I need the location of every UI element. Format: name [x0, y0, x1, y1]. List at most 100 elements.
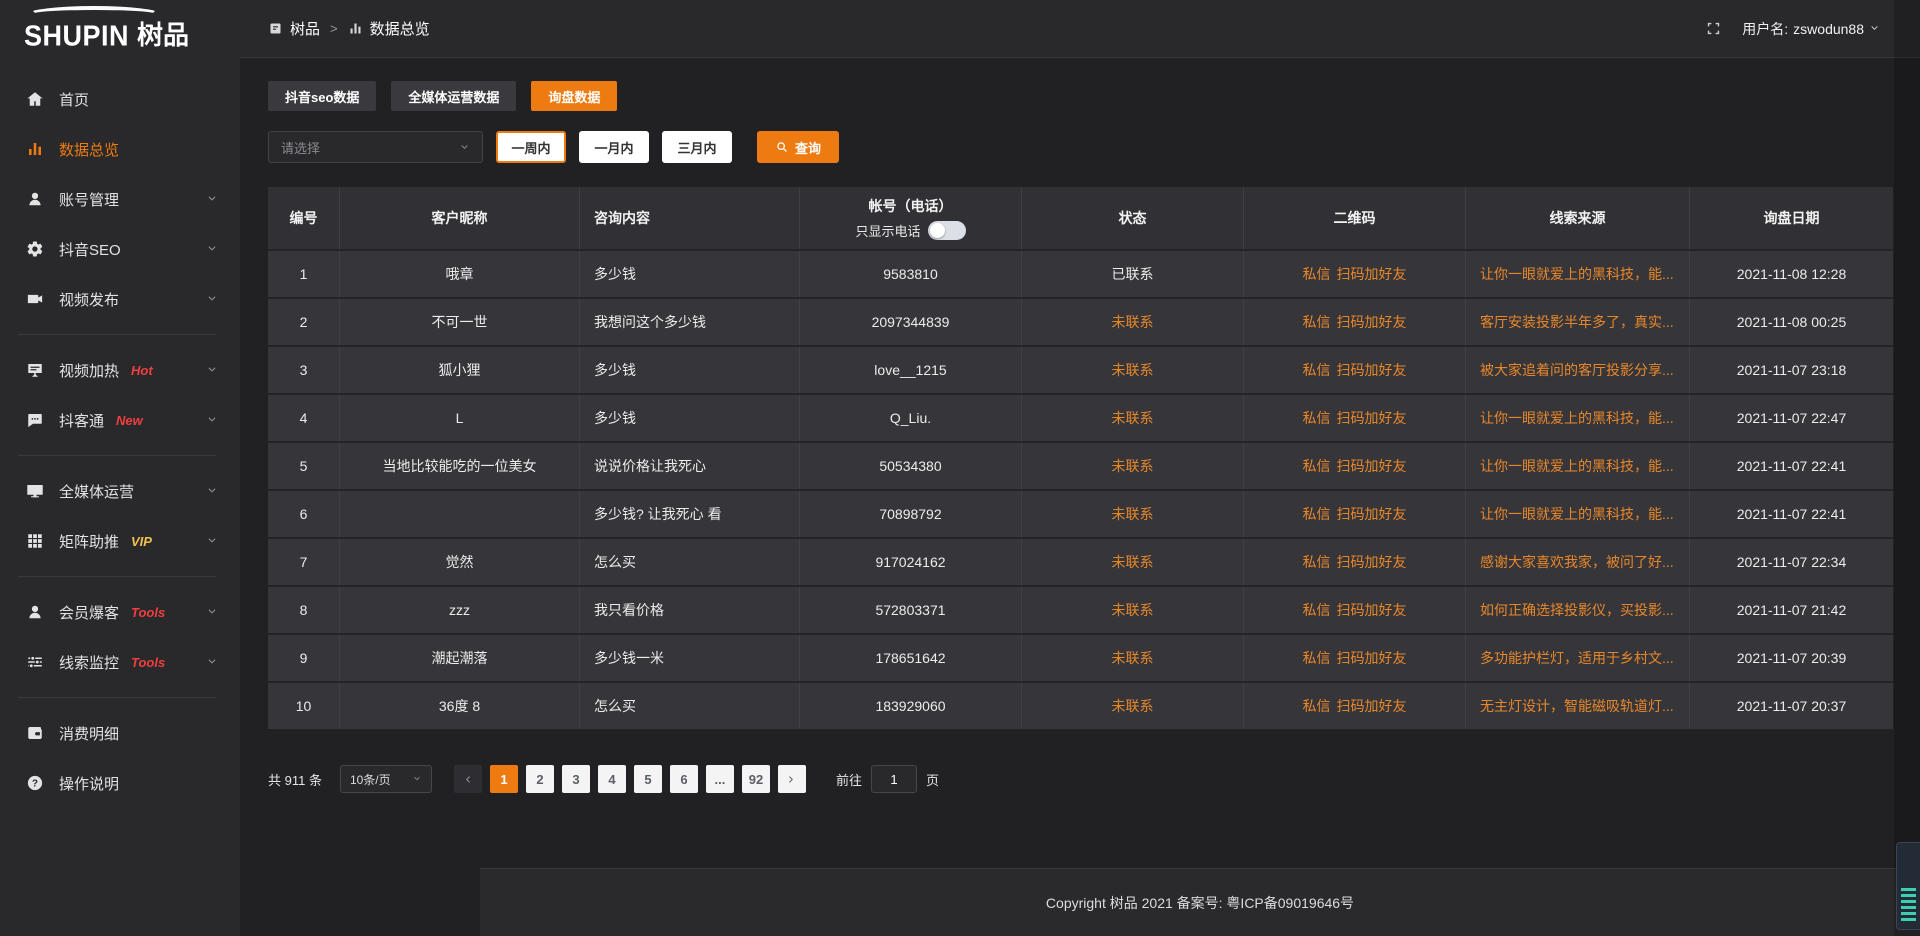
user-menu[interactable]: 用户名: zswodun88 — [1742, 19, 1880, 39]
private-message-link[interactable]: 私信 — [1303, 552, 1331, 572]
private-message-link[interactable]: 私信 — [1303, 504, 1331, 524]
content-edge-strip — [1894, 0, 1920, 936]
sidebar-item-video-publish[interactable]: 视频发布 — [0, 274, 240, 324]
scan-add-friend-link[interactable]: 扫码加好友 — [1337, 312, 1407, 332]
sliders-icon — [26, 653, 44, 671]
lead-source-link[interactable]: 无主灯设计，智能磁吸轨道灯... — [1480, 696, 1674, 716]
cell-inquiry-content: 怎么买 — [580, 539, 800, 585]
page-button-6[interactable]: 6 — [670, 765, 698, 793]
tab-douyin-seo-data[interactable]: 抖音seo数据 — [268, 81, 376, 111]
cell-account: 2097344839 — [800, 299, 1022, 345]
sidebar-item-lead-monitor[interactable]: 线索监控Tools — [0, 637, 240, 687]
page-button-2[interactable]: 2 — [526, 765, 554, 793]
sidebar-divider — [18, 455, 216, 456]
breadcrumb-item-current[interactable]: 数据总览 — [348, 18, 430, 39]
sidebar-item-video-heat[interactable]: 视频加热Hot — [0, 345, 240, 395]
fullscreen-button[interactable] — [1705, 20, 1722, 38]
page-button-1[interactable]: 1 — [490, 765, 518, 793]
scan-add-friend-link[interactable]: 扫码加好友 — [1337, 696, 1407, 716]
cell-account: 70898792 — [800, 491, 1022, 537]
phone-only-toggle-switch[interactable] — [928, 221, 966, 240]
status-badge: 未联系 — [1112, 600, 1154, 620]
breadcrumb-item-home[interactable]: 树品 — [268, 18, 320, 39]
scan-add-friend-link[interactable]: 扫码加好友 — [1337, 456, 1407, 476]
lead-source-link[interactable]: 客厅安装投影半年多了，真实... — [1480, 312, 1674, 332]
filter-select[interactable]: 请选择 — [268, 131, 483, 163]
goto-unit-label: 页 — [926, 770, 939, 789]
private-message-link[interactable]: 私信 — [1303, 648, 1331, 668]
page-button-3[interactable]: 3 — [562, 765, 590, 793]
sidebar-item-label: 会员爆客 — [59, 602, 119, 623]
page-size-select[interactable]: 10条/页 — [340, 765, 432, 793]
sidebar-item-douketong[interactable]: 抖客通New — [0, 395, 240, 445]
scan-add-friend-link[interactable]: 扫码加好友 — [1337, 600, 1407, 620]
sidebar-item-account-management[interactable]: 账号管理 — [0, 174, 240, 224]
scan-add-friend-link[interactable]: 扫码加好友 — [1337, 264, 1407, 284]
column-header: 二维码 — [1244, 187, 1466, 249]
private-message-link[interactable]: 私信 — [1303, 312, 1331, 332]
column-header-label: 编号 — [290, 208, 318, 228]
private-message-link[interactable]: 私信 — [1303, 408, 1331, 428]
cell-status: 已联系 — [1022, 251, 1244, 297]
goto-page-input[interactable] — [871, 765, 917, 793]
cell-row-number: 3 — [268, 347, 340, 393]
cell-qrcode: 私信扫码加好友 — [1244, 635, 1466, 681]
range-button-one-month[interactable]: 一月内 — [579, 131, 649, 163]
sidebar-item-home[interactable]: 首页 — [0, 74, 240, 124]
cell-account: 183929060 — [800, 683, 1022, 729]
sidebar-item-data-overview[interactable]: 数据总览 — [0, 124, 240, 174]
scan-add-friend-link[interactable]: 扫码加好友 — [1337, 360, 1407, 380]
sidebar-item-matrix-boost[interactable]: 矩阵助推VIP — [0, 516, 240, 566]
sidebar-item-omni-media[interactable]: 全媒体运营 — [0, 466, 240, 516]
lead-source-link[interactable]: 多功能护栏灯，适用于乡村文... — [1480, 648, 1674, 668]
user-icon — [26, 190, 44, 208]
scan-add-friend-link[interactable]: 扫码加好友 — [1337, 648, 1407, 668]
sidebar-item-member-baoke[interactable]: 会员爆客Tools — [0, 587, 240, 637]
page-button-92[interactable]: 92 — [742, 765, 770, 793]
cell-lead-source: 让你一眼就爱上的黑科技，能... — [1466, 395, 1690, 441]
query-button[interactable]: 查询 — [757, 131, 839, 163]
page-ellipsis-button[interactable]: ... — [706, 765, 734, 793]
page-button-4[interactable]: 4 — [598, 765, 626, 793]
table-row: 3狐小狸多少钱love__1215未联系私信扫码加好友被大家追着问的客厅投影分享… — [268, 345, 1893, 393]
sidebar-item-operation-guide[interactable]: 操作说明 — [0, 758, 240, 808]
range-button-three-months[interactable]: 三月内 — [662, 131, 732, 163]
private-message-link[interactable]: 私信 — [1303, 456, 1331, 476]
column-header-label: 询盘日期 — [1764, 208, 1820, 228]
private-message-link[interactable]: 私信 — [1303, 360, 1331, 380]
range-button-one-week[interactable]: 一周内 — [496, 131, 566, 163]
prev-page-button[interactable] — [454, 765, 482, 793]
table-row: 9潮起潮落多少钱一米178651642未联系私信扫码加好友多功能护栏灯，适用于乡… — [268, 633, 1893, 681]
corner-widget[interactable] — [1896, 842, 1920, 930]
cell-inquiry-content: 多少钱 — [580, 395, 800, 441]
lead-source-link[interactable]: 让你一眼就爱上的黑科技，能... — [1480, 264, 1674, 284]
sidebar-item-consumption-detail[interactable]: 消费明细 — [0, 708, 240, 758]
sidebar-item-badge: Hot — [131, 363, 153, 378]
lead-source-link[interactable]: 被大家追着问的客厅投影分享... — [1480, 360, 1674, 380]
private-message-link[interactable]: 私信 — [1303, 600, 1331, 620]
lead-source-link[interactable]: 感谢大家喜欢我家，被问了好... — [1480, 552, 1674, 572]
search-icon — [775, 140, 789, 154]
lead-source-link[interactable]: 如何正确选择投影仪，买投影... — [1480, 600, 1674, 620]
cell-row-number: 6 — [268, 491, 340, 537]
chevron-down-icon — [206, 293, 218, 305]
page-button-5[interactable]: 5 — [634, 765, 662, 793]
lead-source-link[interactable]: 让你一眼就爱上的黑科技，能... — [1480, 504, 1674, 524]
lead-source-link[interactable]: 让你一眼就爱上的黑科技，能... — [1480, 456, 1674, 476]
filter-bar: 请选择 一周内一月内三月内 查询 — [268, 131, 1920, 163]
cell-account: 178651642 — [800, 635, 1022, 681]
scan-add-friend-link[interactable]: 扫码加好友 — [1337, 408, 1407, 428]
next-page-button[interactable] — [778, 765, 806, 793]
tab-inquiry-data[interactable]: 询盘数据 — [531, 81, 617, 111]
filter-select-placeholder: 请选择 — [281, 138, 320, 157]
cell-account: 9583810 — [800, 251, 1022, 297]
cell-inquiry-date: 2021-11-07 21:42 — [1690, 587, 1893, 633]
scan-add-friend-link[interactable]: 扫码加好友 — [1337, 504, 1407, 524]
lead-source-link[interactable]: 让你一眼就爱上的黑科技，能... — [1480, 408, 1674, 428]
scan-add-friend-link[interactable]: 扫码加好友 — [1337, 552, 1407, 572]
private-message-link[interactable]: 私信 — [1303, 696, 1331, 716]
sidebar-item-douyin-seo[interactable]: 抖音SEO — [0, 224, 240, 274]
tab-omni-media-data[interactable]: 全媒体运营数据 — [391, 81, 516, 111]
cell-lead-source: 无主灯设计，智能磁吸轨道灯... — [1466, 683, 1690, 729]
private-message-link[interactable]: 私信 — [1303, 264, 1331, 284]
